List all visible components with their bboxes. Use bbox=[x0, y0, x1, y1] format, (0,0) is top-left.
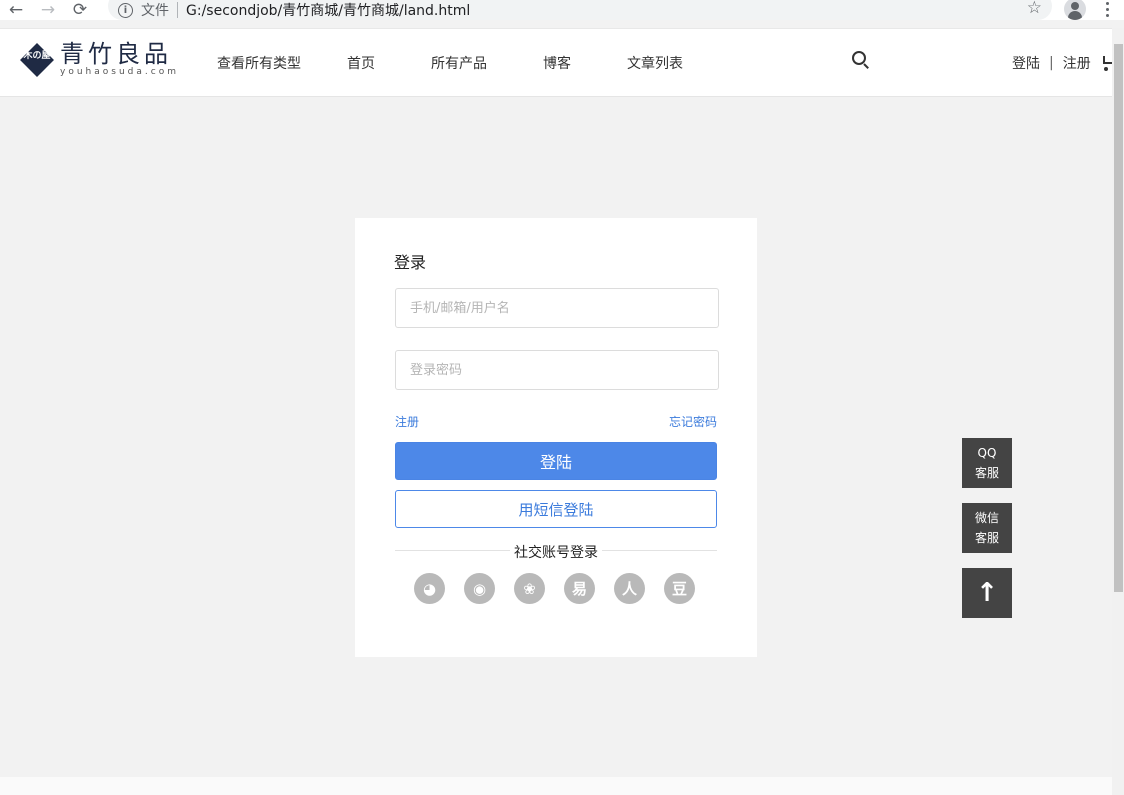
reload-button[interactable]: ⟳ bbox=[64, 0, 96, 20]
social-icons: ◕ ◉ ❀ 易 人 豆 bbox=[414, 573, 695, 604]
sms-login-button[interactable]: 用短信登陆 bbox=[395, 490, 717, 528]
qq-service-button[interactable]: QQ 客服 bbox=[962, 438, 1012, 488]
forward-button[interactable]: → bbox=[32, 0, 64, 20]
scheme-label: 文件 bbox=[141, 3, 169, 19]
wechat-icon[interactable]: ❀ bbox=[514, 573, 545, 604]
browser-menu-icon[interactable] bbox=[1100, 0, 1114, 20]
info-icon[interactable]: i bbox=[118, 2, 133, 18]
renren-icon[interactable]: 人 bbox=[614, 573, 645, 604]
nav-all-categories[interactable]: 查看所有类型 bbox=[217, 53, 301, 73]
social-login-title: 社交账号登录 bbox=[355, 542, 757, 562]
nav-all-products[interactable]: 所有产品 bbox=[431, 53, 487, 73]
arrow-up-icon: ↑ bbox=[976, 578, 998, 608]
wechat-service-button[interactable]: 微信 客服 bbox=[962, 503, 1012, 553]
login-title: 登录 bbox=[394, 253, 427, 272]
auth-links: 登陆 | 注册 bbox=[1012, 53, 1091, 73]
nav-blog[interactable]: 博客 bbox=[543, 53, 571, 73]
forward-icon: → bbox=[40, 0, 56, 20]
url-text[interactable]: G:/secondjob/青竹商城/青竹商城/land.html bbox=[186, 0, 470, 20]
username-input[interactable] bbox=[395, 288, 719, 328]
wechat-service-line2: 客服 bbox=[974, 531, 999, 545]
douban-icon[interactable]: 豆 bbox=[664, 573, 695, 604]
netease-icon[interactable]: 易 bbox=[564, 573, 595, 604]
site-logo[interactable]: 木の屋 青竹良品 youhaosuda.com bbox=[20, 41, 179, 78]
logo-title: 青竹良品 bbox=[60, 40, 172, 68]
address-bar[interactable]: i 文件 G:/secondjob/青竹商城/青竹商城/land.html ☆ bbox=[108, 0, 1052, 20]
scrollbar-thumb[interactable] bbox=[1114, 44, 1123, 592]
password-input[interactable] bbox=[395, 350, 719, 390]
header-login-link[interactable]: 登陆 bbox=[1012, 53, 1040, 73]
logo-mark-icon: 木の屋 bbox=[20, 42, 54, 77]
login-button[interactable]: 登陆 bbox=[395, 442, 717, 480]
back-icon: ← bbox=[8, 0, 24, 20]
back-button[interactable]: ← bbox=[0, 0, 32, 20]
qq-service-line1: QQ bbox=[977, 446, 997, 460]
nav-article-list[interactable]: 文章列表 bbox=[627, 53, 683, 73]
reload-icon: ⟳ bbox=[72, 0, 88, 20]
header-register-link[interactable]: 注册 bbox=[1063, 53, 1091, 73]
browser-toolbar: ← → ⟳ i 文件 G:/secondjob/青竹商城/青竹商城/land.h… bbox=[0, 0, 1124, 20]
footer-strip bbox=[0, 777, 1112, 795]
search-icon[interactable] bbox=[852, 51, 870, 69]
login-card: 登录 注册 忘记密码 登陆 用短信登陆 社交账号登录 ◕ ◉ ❀ 易 人 豆 bbox=[355, 218, 757, 657]
logo-subtitle: youhaosuda.com bbox=[60, 67, 179, 77]
weibo-icon[interactable]: ◉ bbox=[464, 573, 495, 604]
nav-home[interactable]: 首页 bbox=[347, 53, 375, 73]
site-header: 木の屋 青竹良品 youhaosuda.com 查看所有类型 首页 所有产品 博… bbox=[0, 28, 1113, 97]
logo-mark-glyph: 木の屋 bbox=[23, 50, 51, 61]
omnibox-divider bbox=[177, 2, 178, 18]
qq-icon[interactable]: ◕ bbox=[414, 573, 445, 604]
back-to-top-button[interactable]: ↑ bbox=[962, 568, 1012, 618]
register-link[interactable]: 注册 bbox=[395, 413, 419, 430]
wechat-service-line1: 微信 bbox=[974, 511, 999, 525]
forgot-password-link[interactable]: 忘记密码 bbox=[669, 413, 717, 430]
qq-service-line2: 客服 bbox=[974, 466, 999, 480]
page-scrollbar[interactable] bbox=[1112, 28, 1124, 795]
profile-avatar-icon[interactable] bbox=[1064, 0, 1086, 20]
auth-divider: | bbox=[1049, 55, 1054, 71]
bookmark-star-icon[interactable]: ☆ bbox=[1027, 0, 1042, 18]
